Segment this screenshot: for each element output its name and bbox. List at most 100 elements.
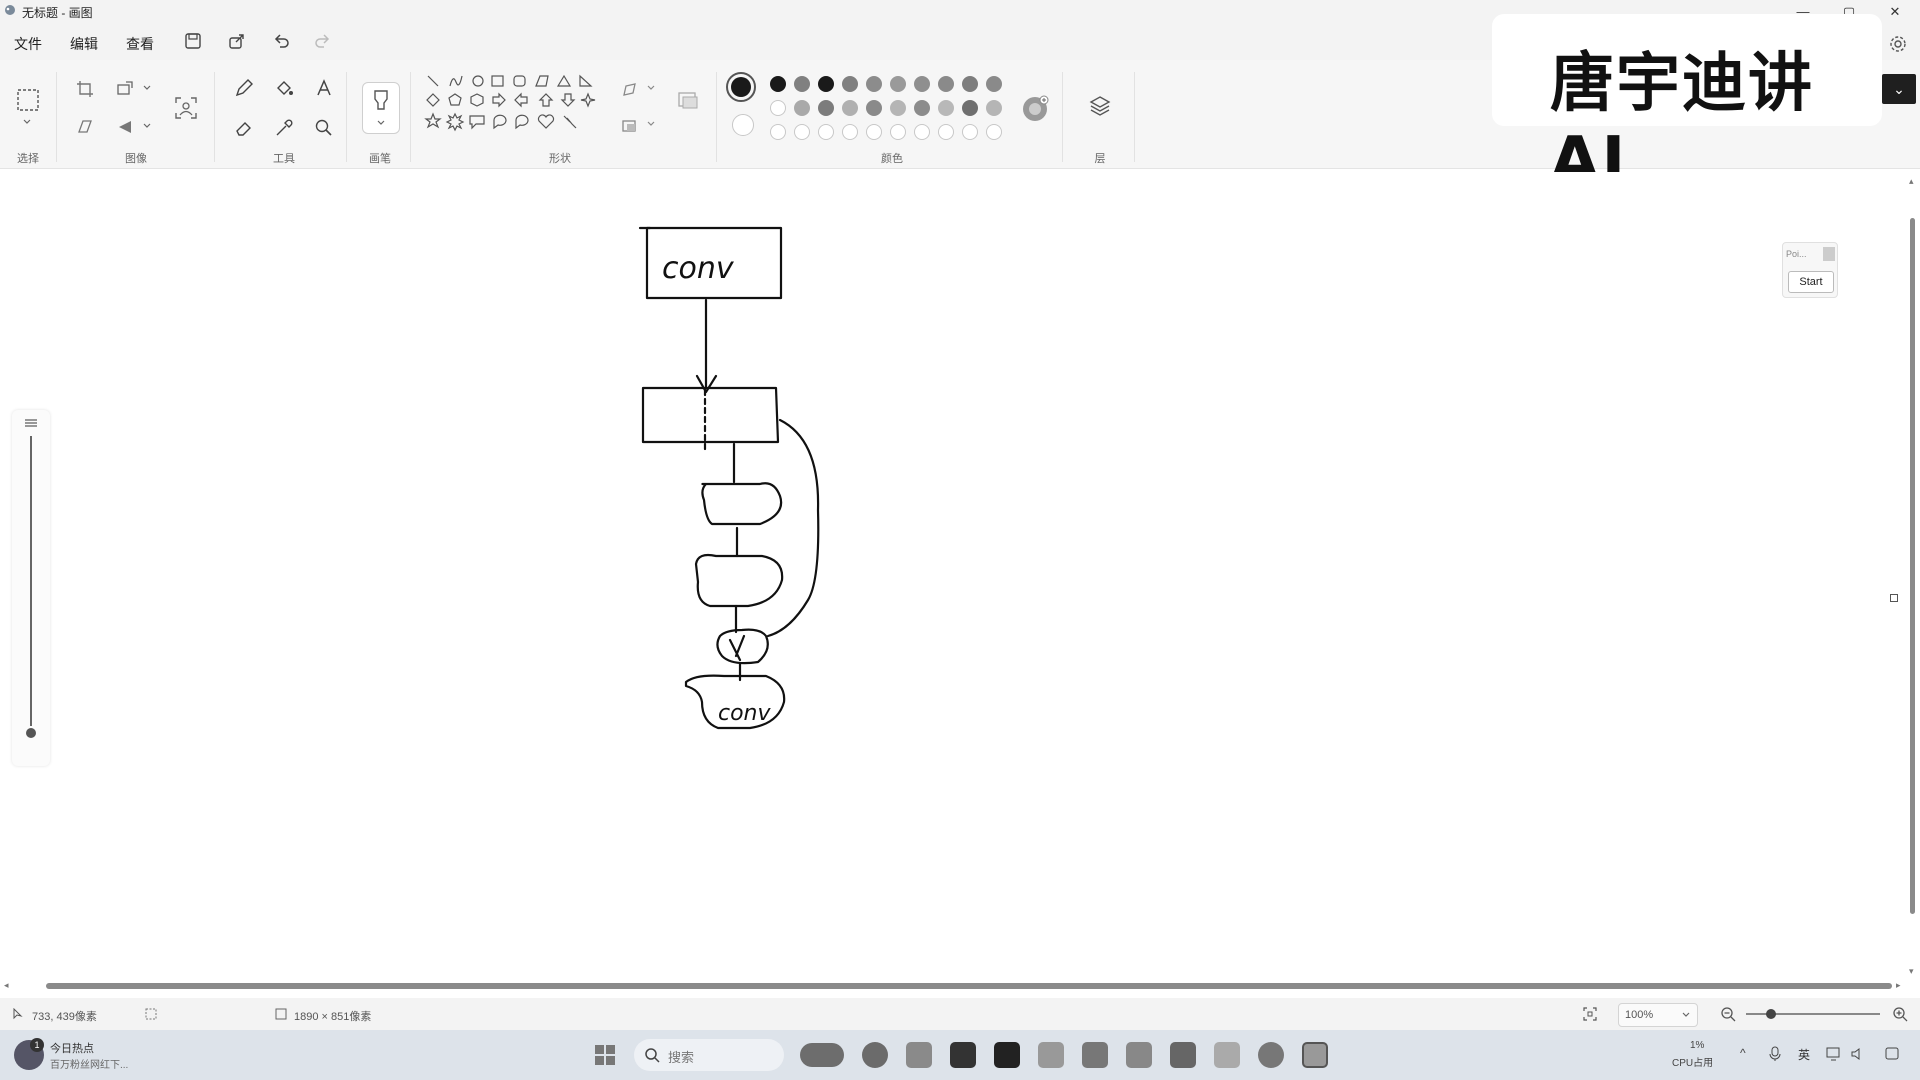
file-explorer-icon[interactable] [906, 1042, 932, 1068]
slider-thumb[interactable] [26, 728, 36, 738]
save-icon[interactable] [184, 32, 202, 50]
eraser-icon[interactable] [234, 118, 254, 138]
vertical-scrollbar[interactable] [1910, 218, 1915, 914]
palette-custom-swatch[interactable] [842, 124, 858, 140]
zoom-in-icon[interactable] [1892, 1006, 1908, 1022]
menu-view[interactable]: 查看 [126, 34, 154, 54]
palette-custom-swatch[interactable] [890, 124, 906, 140]
chevron-down-icon[interactable] [646, 120, 656, 128]
menu-file[interactable]: 文件 [14, 34, 42, 54]
palette-row2-swatch[interactable] [818, 100, 834, 116]
scroll-down-icon[interactable]: ▾ [1909, 966, 1914, 977]
network-icon[interactable] [1826, 1046, 1844, 1062]
news-widget-subtitle[interactable]: 百万粉丝网红下... [50, 1056, 128, 1071]
palette-custom-swatch[interactable] [914, 124, 930, 140]
shape-outline-icon[interactable] [620, 80, 640, 100]
notification-center-icon[interactable] [1884, 1046, 1900, 1062]
edit-colors-icon[interactable] [1020, 94, 1050, 124]
palette-row1-swatch[interactable] [866, 76, 882, 92]
chevron-down-icon[interactable] [646, 84, 656, 92]
chevron-down-icon[interactable] [142, 122, 152, 130]
palette-row2-swatch[interactable] [914, 100, 930, 116]
palette-row1-swatch[interactable] [842, 76, 858, 92]
edge-browser-icon[interactable] [862, 1042, 888, 1068]
palette-row2-swatch[interactable] [962, 100, 978, 116]
primary-color-swatch[interactable] [726, 72, 756, 102]
palette-row2-swatch[interactable] [866, 100, 882, 116]
mini-panel-toggle[interactable] [1823, 247, 1835, 261]
redo-icon[interactable] [314, 32, 332, 50]
undo-icon[interactable] [272, 32, 290, 50]
app-icon-5[interactable] [1038, 1042, 1064, 1068]
secondary-color-swatch[interactable] [732, 114, 754, 136]
palette-row2-swatch[interactable] [890, 100, 906, 116]
app-icon-10[interactable] [1258, 1042, 1284, 1068]
taskbar-search-box[interactable]: 搜索 [634, 1039, 844, 1071]
paint-taskbar-icon[interactable] [1302, 1042, 1328, 1068]
select-rectangle-icon[interactable] [16, 88, 40, 112]
palette-row1-swatch[interactable] [818, 76, 834, 92]
resize-icon[interactable] [116, 80, 134, 98]
start-button[interactable]: Start [1788, 271, 1834, 293]
ribbon-collapse-button[interactable]: ⌄ [1882, 74, 1916, 104]
palette-row2-swatch[interactable] [938, 100, 954, 116]
palette-custom-swatch[interactable] [986, 124, 1002, 140]
horizontal-scrollbar[interactable] [46, 983, 1892, 989]
palette-custom-swatch[interactable] [818, 124, 834, 140]
zoom-slider-thumb[interactable] [1766, 1009, 1776, 1019]
drawing-canvas[interactable]: conv conv Poi... Start [0, 172, 1920, 984]
zoom-out-icon[interactable] [1720, 1006, 1736, 1022]
app-icon-8[interactable] [1170, 1042, 1196, 1068]
close-button[interactable]: ✕ [1880, 2, 1910, 22]
palette-row1-swatch[interactable] [986, 76, 1002, 92]
pencil-icon[interactable] [234, 78, 254, 98]
palette-row2-swatch[interactable] [842, 100, 858, 116]
zoom-dropdown[interactable]: 100% [1618, 1003, 1698, 1027]
app-icon-9[interactable] [1214, 1042, 1240, 1068]
shapes-grid-icon[interactable] [420, 72, 600, 144]
volume-icon[interactable] [1850, 1046, 1866, 1062]
search-highlight-image[interactable] [800, 1043, 844, 1067]
skew-icon[interactable] [76, 118, 94, 136]
crop-icon[interactable] [76, 80, 94, 98]
layers-icon[interactable] [1088, 94, 1112, 118]
text-icon[interactable] [314, 78, 334, 98]
news-widget-title[interactable]: 今日热点 [50, 1040, 94, 1056]
ime-indicator[interactable]: 英 [1798, 1046, 1810, 1063]
microphone-icon[interactable] [1768, 1046, 1782, 1062]
shape-fill-icon[interactable] [620, 116, 640, 136]
palette-custom-swatch[interactable] [962, 124, 978, 140]
palette-custom-swatch[interactable] [770, 124, 786, 140]
fill-bucket-icon[interactable] [274, 78, 294, 98]
palette-row1-swatch[interactable] [794, 76, 810, 92]
app-icon-6[interactable] [1082, 1042, 1108, 1068]
windows-start-icon[interactable] [594, 1044, 616, 1066]
chevron-down-icon[interactable] [22, 118, 32, 126]
rotate-icon[interactable] [116, 118, 134, 136]
share-icon[interactable] [228, 32, 246, 50]
fit-to-window-icon[interactable] [1582, 1006, 1598, 1022]
palette-row2-swatch[interactable] [770, 100, 786, 116]
scroll-right-icon[interactable]: ▸ [1896, 980, 1901, 991]
palette-custom-swatch[interactable] [938, 124, 954, 140]
app-icon-7[interactable] [1126, 1042, 1152, 1068]
chevron-down-icon[interactable] [142, 84, 152, 92]
menu-edit[interactable]: 编辑 [70, 34, 98, 54]
palette-row1-swatch[interactable] [938, 76, 954, 92]
palette-row1-swatch[interactable] [770, 76, 786, 92]
palette-custom-swatch[interactable] [866, 124, 882, 140]
settings-gear-icon[interactable] [1888, 34, 1908, 54]
tray-chevron-up-icon[interactable]: ^ [1740, 1046, 1746, 1060]
color-picker-icon[interactable] [274, 118, 294, 138]
command-prompt-icon[interactable] [994, 1042, 1020, 1068]
palette-row1-swatch[interactable] [914, 76, 930, 92]
background-removal-icon[interactable] [174, 96, 198, 120]
magnifier-icon[interactable] [314, 118, 334, 138]
canvas-resize-handle[interactable] [1890, 594, 1898, 602]
scroll-up-icon[interactable]: ▴ [1909, 176, 1914, 187]
palette-custom-swatch[interactable] [794, 124, 810, 140]
shape-style-icon[interactable] [676, 88, 700, 112]
terminal-app-icon[interactable] [950, 1042, 976, 1068]
scroll-left-icon[interactable]: ◂ [4, 980, 9, 991]
brushes-button[interactable] [362, 82, 400, 134]
